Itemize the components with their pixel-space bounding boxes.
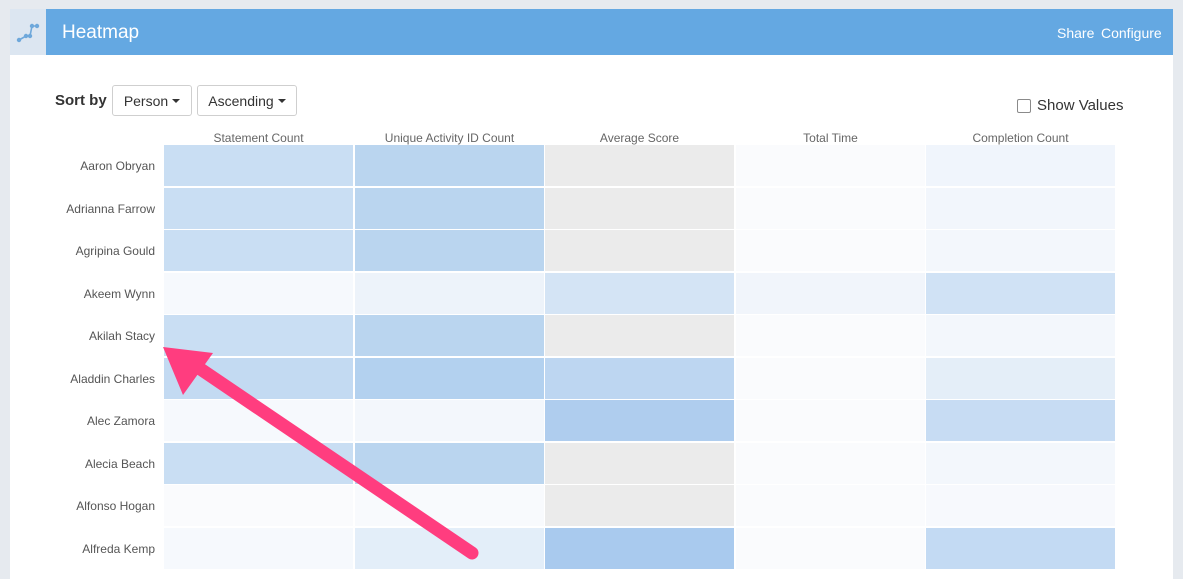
heatmap-cell[interactable] <box>164 187 353 229</box>
heatmap-cell[interactable] <box>164 357 353 399</box>
row-label: Akilah Stacy <box>88 329 155 343</box>
heatmap-cell[interactable] <box>736 485 925 526</box>
column-header: Unique Activity ID Count <box>384 131 515 145</box>
heatmap-cell[interactable] <box>164 230 353 271</box>
page-title: Heatmap <box>62 22 140 43</box>
configure-link[interactable]: Configure <box>1101 25 1162 41</box>
share-link[interactable]: Share <box>1057 25 1094 41</box>
sort-by-label: Sort by <box>55 92 107 109</box>
heatmap-cell[interactable] <box>926 315 1115 356</box>
heatmap-cell[interactable] <box>736 187 925 229</box>
heatmap-cell[interactable] <box>736 272 925 314</box>
heatmap-cell[interactable] <box>736 442 925 484</box>
heatmap-cell[interactable] <box>164 272 353 314</box>
heatmap-cell[interactable] <box>545 145 734 186</box>
heatmap-cell[interactable] <box>355 400 544 441</box>
heatmap-cell[interactable] <box>164 145 353 186</box>
heatmap-cell[interactable] <box>355 527 544 569</box>
column-header: Average Score <box>599 131 680 145</box>
heatmap-cell[interactable] <box>545 400 734 441</box>
row-label: Adrianna Farrow <box>66 201 155 216</box>
column-header: Statement Count <box>213 131 304 145</box>
heatmap-cell[interactable] <box>736 400 925 441</box>
row-label: Alecia Beach <box>84 456 155 471</box>
heatmap-cell[interactable] <box>164 485 353 526</box>
heatmap-cell[interactable] <box>736 315 925 356</box>
heatmap-cell[interactable] <box>355 272 544 314</box>
show-values-checkbox[interactable] <box>1017 98 1031 113</box>
heatmap-cell[interactable] <box>355 187 544 229</box>
heatmap-cell[interactable] <box>926 357 1115 399</box>
heatmap-cell[interactable] <box>164 400 353 441</box>
heatmap-cell[interactable] <box>926 442 1115 484</box>
heatmap-cell[interactable] <box>355 230 544 271</box>
heatmap-cell[interactable] <box>926 187 1115 229</box>
heatmap-cell[interactable] <box>164 527 353 569</box>
heatmap-cell[interactable] <box>355 145 544 186</box>
heatmap-cell[interactable] <box>926 272 1115 314</box>
heatmap-cell[interactable] <box>736 527 925 569</box>
caret-down-icon <box>277 98 286 103</box>
heatmap-card: Heatmap Share Configure Sort by Person A… <box>10 9 1173 579</box>
sort-order-dropdown[interactable]: Ascending <box>197 85 297 116</box>
heatmap-cell[interactable] <box>164 442 353 484</box>
heatmap-cell[interactable] <box>736 357 925 399</box>
heatmap-cell[interactable] <box>545 357 734 399</box>
heatmap-cell[interactable] <box>355 315 544 356</box>
sort-field-value: Person <box>123 92 169 109</box>
graph-line-icon <box>16 23 40 43</box>
column-header: Completion Count <box>972 131 1069 145</box>
sort-order-value: Ascending <box>208 92 274 109</box>
logo <box>10 9 46 55</box>
show-values-label: Show Values <box>1037 97 1124 114</box>
heatmap-cell[interactable] <box>545 442 734 484</box>
row-label: Akeem Wynn <box>83 286 155 301</box>
heatmap-cell[interactable] <box>926 527 1115 569</box>
heatmap-cell[interactable] <box>545 527 734 569</box>
heatmap-cell[interactable] <box>545 485 734 526</box>
card-header: Heatmap Share Configure <box>10 9 1173 55</box>
heatmap-cell[interactable] <box>545 315 734 356</box>
heatmap-cell[interactable] <box>926 485 1115 526</box>
sort-field-dropdown[interactable]: Person <box>112 85 192 116</box>
caret-down-icon <box>172 98 181 103</box>
heatmap-cell[interactable] <box>736 230 925 271</box>
heatmap-cell[interactable] <box>926 230 1115 271</box>
column-header: Total Time <box>803 131 858 145</box>
show-values-toggle[interactable]: Show Values <box>1017 97 1123 114</box>
heatmap-cell[interactable] <box>736 145 925 186</box>
heatmap-cell[interactable] <box>545 187 734 229</box>
row-label: Alec Zamora <box>86 414 155 428</box>
row-label: Alfreda Kemp <box>82 541 155 556</box>
row-label: Aladdin Charles <box>70 371 155 386</box>
heatmap-cell[interactable] <box>164 315 353 356</box>
heatmap-cell[interactable] <box>355 357 544 399</box>
heatmap-cell[interactable] <box>355 442 544 484</box>
heatmap-cell[interactable] <box>545 272 734 314</box>
heatmap-cell[interactable] <box>545 230 734 271</box>
heatmap-cell[interactable] <box>926 400 1115 441</box>
row-label: Alfonso Hogan <box>76 499 155 513</box>
heatmap-cell[interactable] <box>926 145 1115 186</box>
heatmap-cell[interactable] <box>355 485 544 526</box>
row-label: Agripina Gould <box>75 244 155 258</box>
row-label: Aaron Obryan <box>80 159 155 173</box>
